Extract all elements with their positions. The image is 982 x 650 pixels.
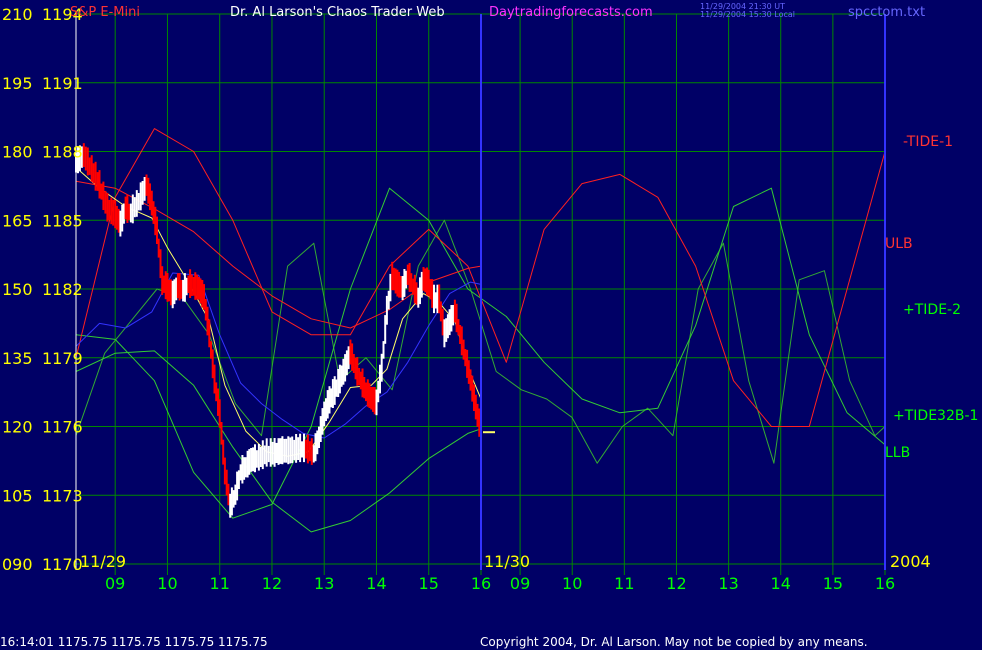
site-url: Daytradingforecasts.com: [489, 5, 653, 20]
y-tick-left: 210: [2, 5, 33, 24]
quote-readout: 16:14:01 1175.75 1175.75 1175.75 1175.75: [0, 635, 268, 649]
x-tick-label: 16: [471, 574, 491, 593]
year-label: 2004: [890, 552, 931, 571]
y-tick-right: 1191: [42, 74, 83, 93]
y-tick-left: 120: [2, 418, 33, 437]
y-tick-left: 105: [2, 486, 33, 505]
x-tick-label: 09: [105, 574, 125, 593]
y-tick-left: 135: [2, 349, 33, 368]
y-tick-right: 1173: [42, 486, 83, 505]
copyright: Copyright 2004, Dr. Al Larson. May not b…: [480, 635, 868, 649]
y-tick-left: 195: [2, 74, 33, 93]
x-tick-label: 09: [510, 574, 530, 593]
legend-label: LLB: [885, 445, 910, 461]
y-tick-right: 1179: [42, 349, 83, 368]
instrument-title: S&P E-Mini: [70, 5, 140, 20]
y-tick-left: 150: [2, 280, 33, 299]
y-tick-left: 165: [2, 211, 33, 230]
y-tick-left: 180: [2, 143, 33, 162]
legend-label: +TIDE-2: [903, 302, 961, 318]
x-tick-label: 12: [262, 574, 282, 593]
x-tick-label: 11: [614, 574, 634, 593]
timestamp-local: 11/29/2004 15:30 Local: [700, 10, 795, 19]
legend-label: +TIDE32B-1: [893, 408, 978, 424]
site-name: Dr. Al Larson's Chaos Trader Web: [230, 5, 445, 20]
x-tick-label: 10: [157, 574, 177, 593]
x-tick-label: 15: [419, 574, 439, 593]
x-tick-label: 13: [314, 574, 334, 593]
x-tick-label: 14: [366, 574, 386, 593]
y-tick-right: 1170: [42, 555, 83, 574]
y-tick-left: 090: [2, 555, 33, 574]
y-tick-right: 1176: [42, 418, 83, 437]
filename: spcctom.txt: [848, 5, 925, 20]
y-tick-right: 1185: [42, 211, 83, 230]
date-label-2: 11/30: [484, 552, 530, 571]
y-tick-right: 1182: [42, 280, 83, 299]
legend-label: -TIDE-1: [903, 134, 953, 150]
x-tick-label: 14: [771, 574, 791, 593]
x-tick-label: 10: [562, 574, 582, 593]
x-tick-label: 16: [875, 574, 895, 593]
legend-label: ULB: [885, 236, 913, 252]
x-tick-label: 13: [718, 574, 738, 593]
x-tick-label: 15: [823, 574, 843, 593]
chart-area: 210 1194195 1191180 1188165 1185150 1182135 11…: [0, 0, 982, 650]
x-tick-label: 11: [210, 574, 230, 593]
y-tick-right: 1188: [42, 143, 83, 162]
x-tick-label: 12: [666, 574, 686, 593]
date-label-1: 11/29: [80, 552, 126, 571]
